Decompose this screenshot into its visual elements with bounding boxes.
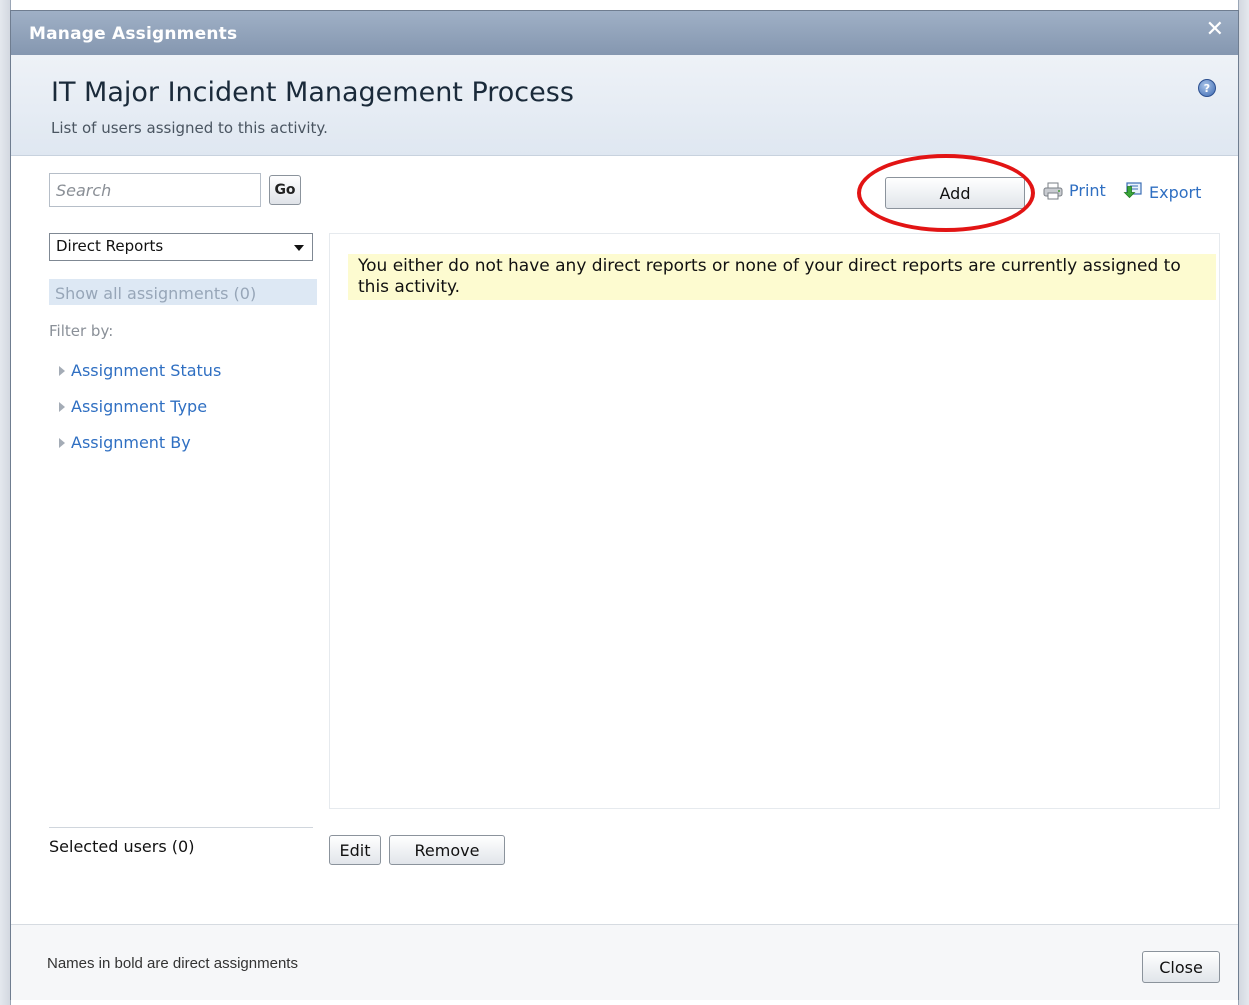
show-all-assignments-link[interactable]: Show all assignments (0) xyxy=(49,279,317,305)
print-link[interactable]: Print xyxy=(1043,181,1106,200)
search-input[interactable] xyxy=(49,173,261,207)
background-window-right xyxy=(1238,0,1249,1005)
dialog-titlebar: Manage Assignments ✕ xyxy=(11,11,1238,55)
export-link[interactable]: Export xyxy=(1121,181,1201,203)
print-label: Print xyxy=(1069,181,1106,200)
close-button[interactable]: Close xyxy=(1142,951,1220,983)
select-value: Direct Reports xyxy=(56,237,164,255)
filter-label-text: Assignment By xyxy=(71,433,191,452)
footer-note: Names in bold are direct assignments xyxy=(47,955,298,972)
remove-button[interactable]: Remove xyxy=(389,835,505,865)
empty-notice: You either do not have any direct report… xyxy=(348,254,1216,300)
printer-icon xyxy=(1043,182,1063,200)
help-icon[interactable]: ? xyxy=(1198,79,1216,97)
chevron-down-icon xyxy=(294,245,304,251)
export-label: Export xyxy=(1149,182,1202,202)
export-icon xyxy=(1121,181,1143,203)
triangle-right-icon xyxy=(59,401,65,412)
dialog-footer: Names in bold are direct assignments Clo… xyxy=(11,925,1238,1000)
dialog-header: IT Major Incident Management Process Lis… xyxy=(11,55,1238,156)
manage-assignments-dialog: Manage Assignments ✕ IT Major Incident M… xyxy=(10,10,1239,1000)
filter-by-label: Filter by: xyxy=(49,322,114,340)
triangle-right-icon xyxy=(59,365,65,376)
triangle-right-icon xyxy=(59,437,65,448)
page-subtitle: List of users assigned to this activity. xyxy=(51,119,328,137)
direct-reports-select[interactable]: Direct Reports xyxy=(49,233,313,261)
go-button[interactable]: Go xyxy=(269,175,301,205)
page: Manage Assignments ✕ IT Major Incident M… xyxy=(0,0,1249,1005)
assignments-panel: You either do not have any direct report… xyxy=(329,233,1220,809)
sidebar-divider xyxy=(49,827,313,828)
filter-label-text: Assignment Status xyxy=(71,361,222,380)
filter-label-text: Assignment Type xyxy=(71,397,208,416)
dialog-title: Manage Assignments xyxy=(29,24,238,44)
selected-users-count: Selected users (0) xyxy=(49,837,195,856)
page-title: IT Major Incident Management Process xyxy=(51,77,574,108)
filter-assignment-type[interactable]: Assignment Type xyxy=(59,397,207,416)
add-button[interactable]: Add xyxy=(885,177,1025,209)
filter-assignment-status[interactable]: Assignment Status xyxy=(59,361,221,380)
close-icon[interactable]: ✕ xyxy=(1206,19,1224,41)
filter-assignment-by[interactable]: Assignment By xyxy=(59,433,191,452)
edit-button[interactable]: Edit xyxy=(329,835,381,865)
